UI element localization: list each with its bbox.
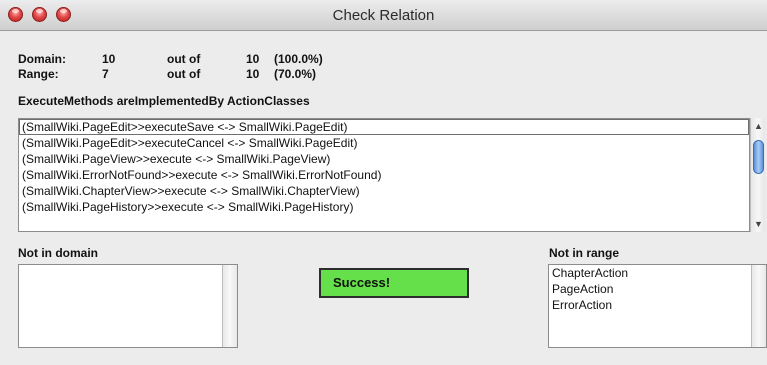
not-in-domain-scrollbar[interactable] <box>222 265 237 347</box>
range-value: 7 <box>102 67 109 81</box>
domain-value: 10 <box>102 52 116 66</box>
domain-total: 10 <box>246 52 260 66</box>
status-badge: Success! <box>319 268 469 298</box>
not-in-domain-list[interactable] <box>18 264 238 348</box>
not-in-range-heading: Not in range <box>549 246 620 260</box>
list-item[interactable]: (SmallWiki.PageEdit>>executeCancel <-> S… <box>19 135 749 151</box>
list-item[interactable]: (SmallWiki.ErrorNotFound>>execute <-> Sm… <box>19 167 749 183</box>
not-in-range-scrollbar[interactable] <box>751 265 766 347</box>
list-item[interactable]: PageAction <box>549 281 766 297</box>
relations-list[interactable]: (SmallWiki.PageEdit>>executeSave <-> Sma… <box>18 118 750 232</box>
domain-out-of: out of <box>167 52 201 66</box>
list-item[interactable]: (SmallWiki.PageHistory>>execute <-> Smal… <box>19 199 749 215</box>
range-out-of: out of <box>167 67 201 81</box>
range-total: 10 <box>246 67 260 81</box>
relations-scrollbar[interactable]: ▲ ▼ <box>750 118 765 232</box>
not-in-domain-heading: Not in domain <box>18 246 98 260</box>
list-item[interactable]: ChapterAction <box>549 265 766 281</box>
window-title: Check Relation <box>332 7 435 24</box>
domain-label: Domain: <box>18 52 66 66</box>
range-percent: (70.0%) <box>274 67 317 81</box>
up-arrow-icon[interactable]: ▲ <box>751 119 766 133</box>
title-bar: Check Relation <box>0 0 767 31</box>
list-item[interactable]: ErrorAction <box>549 297 766 313</box>
not-in-range-list[interactable]: ChapterAction PageAction ErrorAction <box>548 264 767 348</box>
check-relation-window: Check Relation Domain: 10 out of 10 (100… <box>0 0 767 365</box>
relation-statement: ExecuteMethods areImplementedBy ActionCl… <box>18 94 310 108</box>
list-item[interactable]: (SmallWiki.PageEdit>>executeSave <-> Sma… <box>19 119 749 135</box>
list-item[interactable]: (SmallWiki.PageView>>execute <-> SmallWi… <box>19 151 749 167</box>
domain-percent: (100.0%) <box>274 52 323 66</box>
down-arrow-icon[interactable]: ▼ <box>751 217 766 231</box>
range-label: Range: <box>18 67 59 81</box>
scroll-thumb[interactable] <box>753 140 764 174</box>
list-item[interactable]: (SmallWiki.ChapterView>>execute <-> Smal… <box>19 183 749 199</box>
